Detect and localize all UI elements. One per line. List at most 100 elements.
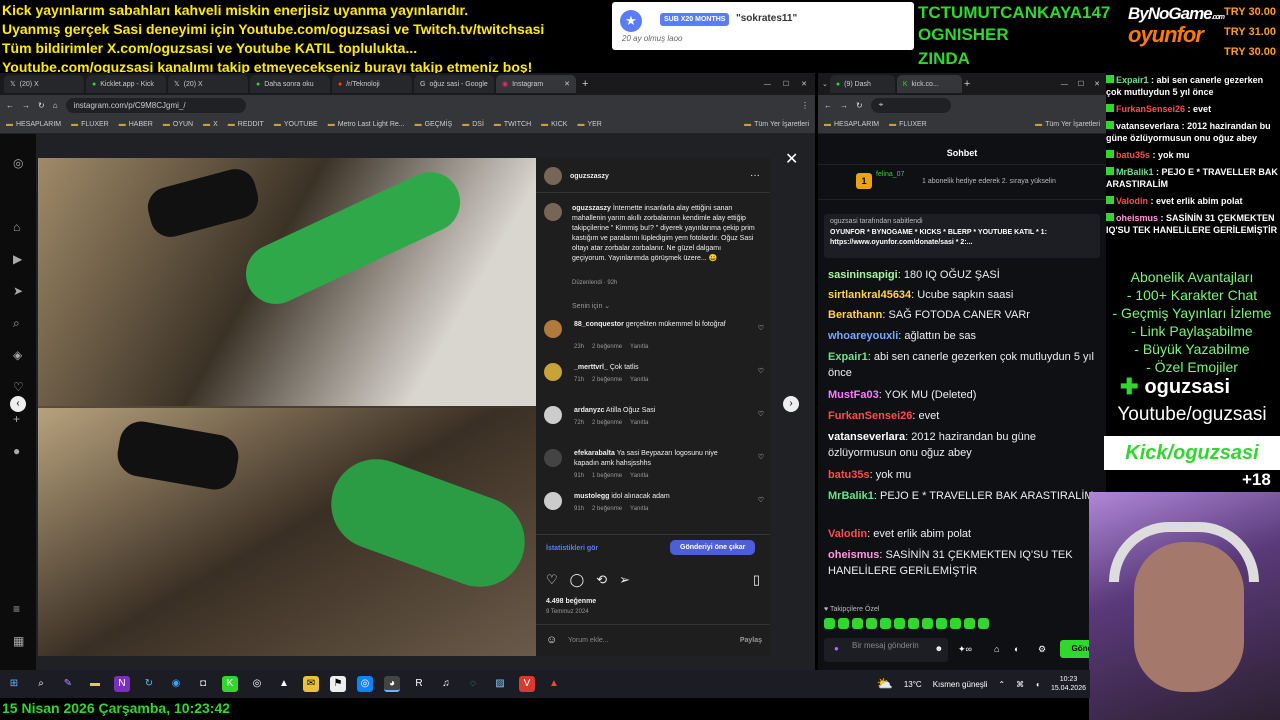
heart-icon[interactable]: ♡	[758, 496, 764, 504]
comment-likes[interactable]: 2 beğenme	[592, 377, 622, 383]
chat-username[interactable]: vatanseverlara	[828, 431, 905, 443]
chat-username[interactable]: FurkanSensei26	[828, 410, 912, 422]
camera-icon[interactable]: ◘	[195, 676, 211, 692]
address-bar[interactable]: ⌖	[870, 97, 951, 113]
search-icon[interactable]: ⌕	[33, 676, 49, 692]
reply-link[interactable]: Yanıtla	[630, 473, 648, 479]
new-tab-icon[interactable]: +	[582, 78, 588, 90]
tab-reddit[interactable]: ●/r/Teknoloji	[332, 75, 412, 93]
forward-icon[interactable]: →	[840, 101, 848, 110]
weather-temp[interactable]: 13°C	[904, 680, 922, 689]
bookmark-yer[interactable]: ▬ YER	[577, 121, 601, 128]
chat-username[interactable]: oheismus	[828, 549, 879, 561]
timer-icon[interactable]: ◐	[1014, 644, 1019, 654]
explore-icon[interactable]: ◈	[13, 348, 22, 362]
bookmark-all[interactable]: ▬ Tüm Yer İşaretleri	[744, 121, 809, 128]
boost-button[interactable]: Gönderiyi öne çıkar	[670, 540, 756, 555]
music-icon[interactable]: ♫	[438, 676, 454, 692]
emote-icon[interactable]	[950, 618, 961, 629]
chat-username[interactable]: MustFa03	[828, 389, 879, 401]
bookmark-haber[interactable]: ▬ HABER	[119, 121, 153, 128]
chat-username[interactable]: Valodin	[828, 528, 867, 540]
app-icon[interactable]: R	[411, 676, 427, 692]
send-icon[interactable]: ➤	[13, 284, 23, 298]
bookmark-oyun[interactable]: ▬ OYUN	[163, 121, 193, 128]
reply-link[interactable]: Yanıtla	[630, 377, 648, 383]
file-explorer-icon[interactable]: ▬	[87, 676, 103, 692]
bookmark-hesaplarim[interactable]: ▬ HESAPLARIM	[824, 121, 879, 128]
chat-username[interactable]: sirtlankral45634	[828, 289, 911, 301]
volume-icon[interactable]: ◖	[1035, 680, 1040, 689]
reply-link[interactable]: Yanıtla	[630, 344, 648, 350]
avatar[interactable]	[544, 492, 562, 510]
avatar[interactable]	[544, 167, 562, 185]
bookmark-fluxer[interactable]: ▬ FLUXER	[71, 121, 109, 128]
app-icon[interactable]: ▲	[276, 676, 292, 692]
emote-icon[interactable]	[880, 618, 891, 629]
reels-icon[interactable]: ▶	[13, 252, 22, 266]
copilot-icon[interactable]: ✎	[60, 676, 76, 692]
settings-icon[interactable]: ⚙	[1038, 644, 1046, 655]
tab-x-1[interactable]: 𝕏 (20) X	[4, 75, 84, 93]
clock[interactable]: 10:23 15.04.2026	[1051, 675, 1086, 693]
chat-username[interactable]: sasininsapigi	[828, 269, 898, 281]
app-icon[interactable]: ▨	[492, 676, 508, 692]
emoji-icon[interactable]: ☺	[546, 634, 557, 646]
bookmark-x[interactable]: ▬ X	[203, 121, 218, 128]
app-icon[interactable]: ◎	[357, 676, 373, 692]
store-icon[interactable]: ⌂	[994, 644, 999, 654]
chat-input[interactable]: ● Bir mesaj gönderin ☻	[824, 638, 948, 662]
window-close-icon[interactable]: ✕	[1094, 80, 1100, 88]
comment-user[interactable]: 88_conquestor	[574, 321, 624, 328]
comment-input[interactable]: Yorum ekle...	[568, 637, 609, 644]
repost-icon[interactable]: ⟲	[596, 572, 607, 588]
back-icon[interactable]: ←	[6, 101, 14, 110]
avatar[interactable]	[544, 449, 562, 467]
mic-icon[interactable]: ●	[834, 644, 839, 654]
bookmark-metro[interactable]: ▬ Metro Last Light Re...	[328, 121, 405, 128]
create-icon[interactable]: +	[13, 412, 20, 426]
insights-link[interactable]: İstatistikleri gör	[546, 545, 598, 552]
post-author[interactable]: oguzszaszy	[570, 173, 609, 180]
app-icon[interactable]: ↻	[141, 676, 157, 692]
comment-icon[interactable]: ◯	[570, 572, 585, 588]
instagram-logo-icon[interactable]: ◎	[13, 156, 23, 170]
more-icon[interactable]: ···	[750, 170, 760, 181]
comment-user[interactable]: efekarabalta	[574, 450, 615, 457]
emote-icon[interactable]	[936, 618, 947, 629]
chrome-icon[interactable]: ◕	[384, 676, 400, 692]
prev-arrow-icon[interactable]: ‹	[10, 396, 26, 412]
tab-x-2[interactable]: 𝕏 (20) X	[168, 75, 248, 93]
back-icon[interactable]: ←	[824, 101, 832, 110]
avatar[interactable]	[544, 363, 562, 381]
heart-icon[interactable]: ♡	[546, 572, 558, 588]
notes-icon[interactable]: ✉	[303, 676, 319, 692]
weather-icon[interactable]: ⛅	[877, 676, 893, 692]
points-icon[interactable]: ✦∞	[958, 644, 972, 655]
tab-kicklet[interactable]: ● Kicklet.app - Kick	[86, 75, 166, 93]
network-icon[interactable]: ⌘	[1016, 680, 1024, 689]
edge-icon[interactable]: ◉	[168, 676, 184, 692]
tab-read-later[interactable]: ● Daha sonra oku	[250, 75, 330, 93]
like-count[interactable]: 4.498 beğenme	[546, 598, 596, 605]
tab-list-icon[interactable]: ⌄	[822, 80, 828, 88]
emote-icon[interactable]	[908, 618, 919, 629]
close-icon[interactable]: ✕	[564, 80, 570, 88]
apps-icon[interactable]: ▦	[13, 634, 24, 648]
bookmark-gecmis[interactable]: ▬ GEÇMİŞ	[415, 121, 453, 128]
emote-icon[interactable]	[866, 618, 877, 629]
share-icon[interactable]: ➢	[619, 572, 630, 588]
chat-username[interactable]: whoareyouxli	[828, 330, 898, 342]
emote-icon[interactable]	[978, 618, 989, 629]
comment-likes[interactable]: 1 beğenme	[592, 473, 622, 479]
emote-icon[interactable]	[852, 618, 863, 629]
home-icon[interactable]: ⌂	[53, 101, 58, 110]
caption-user[interactable]: oguzszaszy	[572, 205, 611, 212]
bookmark-fluxer[interactable]: ▬ FLUXER	[889, 121, 927, 128]
profile-icon[interactable]: ●	[13, 444, 20, 458]
bookmark-dsi[interactable]: ▬ DSİ	[462, 121, 484, 128]
bookmark-all[interactable]: ▬ Tüm Yer İşaretleri	[1035, 121, 1100, 128]
obs-icon[interactable]: ◎	[249, 676, 265, 692]
bookmark-hesaplarim[interactable]: ▬ HESAPLARIM	[6, 121, 61, 128]
pinned-text[interactable]: OYUNFOR * BYNOGAME * KICKS * BLERP * YOU…	[830, 228, 1094, 248]
